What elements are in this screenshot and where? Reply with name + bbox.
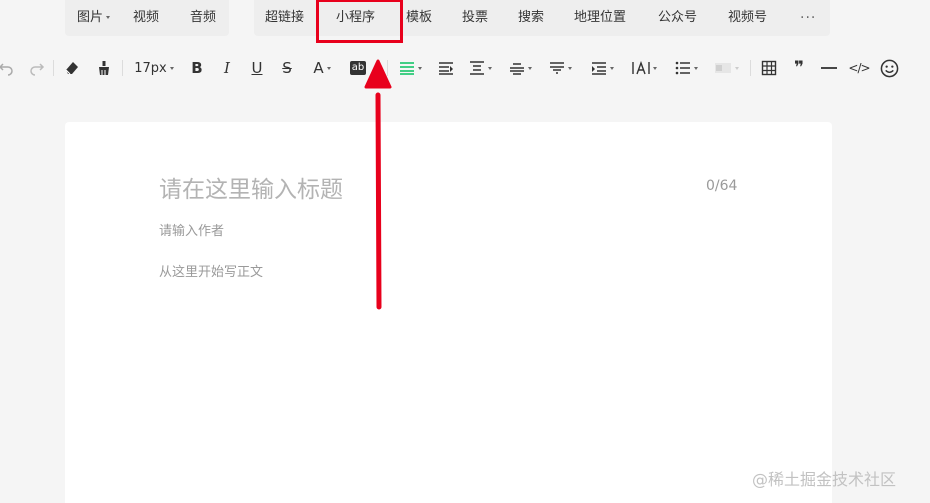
red-arrow-annotation [364, 59, 392, 310]
bold-label: B [191, 59, 203, 77]
chevron-down-icon [693, 66, 698, 70]
insert-audio-button[interactable]: 音频 [190, 0, 216, 36]
list-icon [675, 61, 690, 75]
bold-button[interactable]: B [187, 48, 207, 88]
insert-official-account-button[interactable]: 公众号 [658, 0, 697, 36]
float-image-button[interactable] [710, 48, 742, 88]
toolbar-divider [53, 60, 54, 76]
insert-search-button[interactable]: 搜索 [518, 0, 544, 36]
spacing-after-button[interactable] [545, 48, 575, 88]
divider-line-button[interactable] [818, 48, 840, 88]
brush-icon [99, 61, 109, 75]
format-toolbar: 17px B I U S A ab ❞ </> [0, 48, 930, 88]
strikethrough-label: S [282, 59, 292, 77]
clear-format-button[interactable] [61, 48, 83, 88]
underline-button[interactable]: U [247, 48, 267, 88]
font-size-select[interactable]: 17px [131, 48, 177, 88]
chevron-down-icon [106, 16, 111, 19]
undo-button[interactable] [0, 48, 16, 88]
more-button[interactable]: ··· [800, 0, 816, 36]
chevron-down-icon [527, 66, 532, 70]
insert-mini-program-button[interactable]: 小程序 [336, 0, 375, 36]
redo-button[interactable] [27, 48, 47, 88]
editor-card: 请在这里输入标题 0/64 请输入作者 从这里开始写正文 [65, 122, 832, 503]
body-editor[interactable]: 从这里开始写正文 [159, 261, 263, 280]
quote-button[interactable]: ❞ [788, 48, 810, 88]
align-button[interactable] [395, 48, 425, 88]
font-size-value: 17px [134, 60, 167, 76]
title-input[interactable]: 请在这里输入标题 [159, 170, 343, 204]
insert-hyperlink-button[interactable]: 超链接 [265, 0, 304, 36]
chevron-down-icon [734, 66, 739, 70]
chevron-down-icon [652, 66, 657, 70]
indent-button[interactable] [435, 48, 457, 88]
letter-spacing-button[interactable] [628, 48, 660, 88]
insert-image-button[interactable]: 图片 [77, 0, 111, 36]
chevron-down-icon [417, 66, 422, 70]
spacing-icon [469, 61, 484, 75]
undo-icon [0, 63, 13, 76]
italic-label: I [224, 59, 230, 77]
format-painter-button[interactable] [93, 48, 115, 88]
eraser-icon [65, 62, 78, 75]
insert-channels-button[interactable]: 视频号 [728, 0, 767, 36]
align-justify-icon [399, 62, 414, 75]
underline-label: U [251, 59, 263, 77]
list-button[interactable] [670, 48, 702, 88]
spacing-after-icon [549, 62, 564, 74]
chevron-down-icon [609, 66, 614, 70]
insert-image-label: 图片 [77, 10, 104, 25]
letter-spacing-icon [631, 61, 650, 75]
author-input[interactable]: 请输入作者 [159, 220, 224, 239]
chevron-down-icon [567, 66, 572, 70]
font-color-button[interactable]: A [307, 48, 337, 88]
insert-location-button[interactable]: 地理位置 [574, 0, 626, 36]
code-icon: </> [848, 61, 870, 75]
emoji-icon [880, 59, 898, 77]
line-height-button[interactable] [587, 48, 617, 88]
insert-template-button[interactable]: 模板 [406, 0, 432, 36]
code-button[interactable]: </> [847, 48, 871, 88]
insert-video-button[interactable]: 视频 [133, 0, 159, 36]
table-icon [761, 60, 777, 76]
chevron-down-icon [487, 66, 492, 70]
chevron-down-icon [326, 66, 331, 70]
spacing-before-button[interactable] [505, 48, 535, 88]
chevron-down-icon [169, 66, 174, 70]
insert-toolbar: 图片 视频 音频 超链接 小程序 模板 投票 搜索 地理位置 公众号 视频号 ·… [0, 0, 930, 44]
insert-vote-button[interactable]: 投票 [462, 0, 488, 36]
float-image-icon [714, 63, 731, 73]
toolbar-divider [122, 60, 123, 76]
font-color-label: A [313, 59, 324, 77]
insert-table-button[interactable] [758, 48, 780, 88]
emoji-button[interactable] [877, 48, 901, 88]
quote-icon: ❞ [794, 58, 804, 78]
redo-icon [30, 63, 45, 76]
strikethrough-button[interactable]: S [277, 48, 297, 88]
paragraph-spacing-button[interactable] [465, 48, 495, 88]
toolbar-divider [750, 60, 751, 76]
horizontal-rule-icon [821, 67, 837, 69]
title-char-count: 0/64 [706, 178, 738, 194]
line-height-icon [591, 62, 606, 75]
italic-button[interactable]: I [217, 48, 237, 88]
indent-icon [439, 62, 453, 75]
spacing-before-icon [509, 63, 524, 75]
watermark-text: @稀土掘金技术社区 [752, 470, 897, 489]
